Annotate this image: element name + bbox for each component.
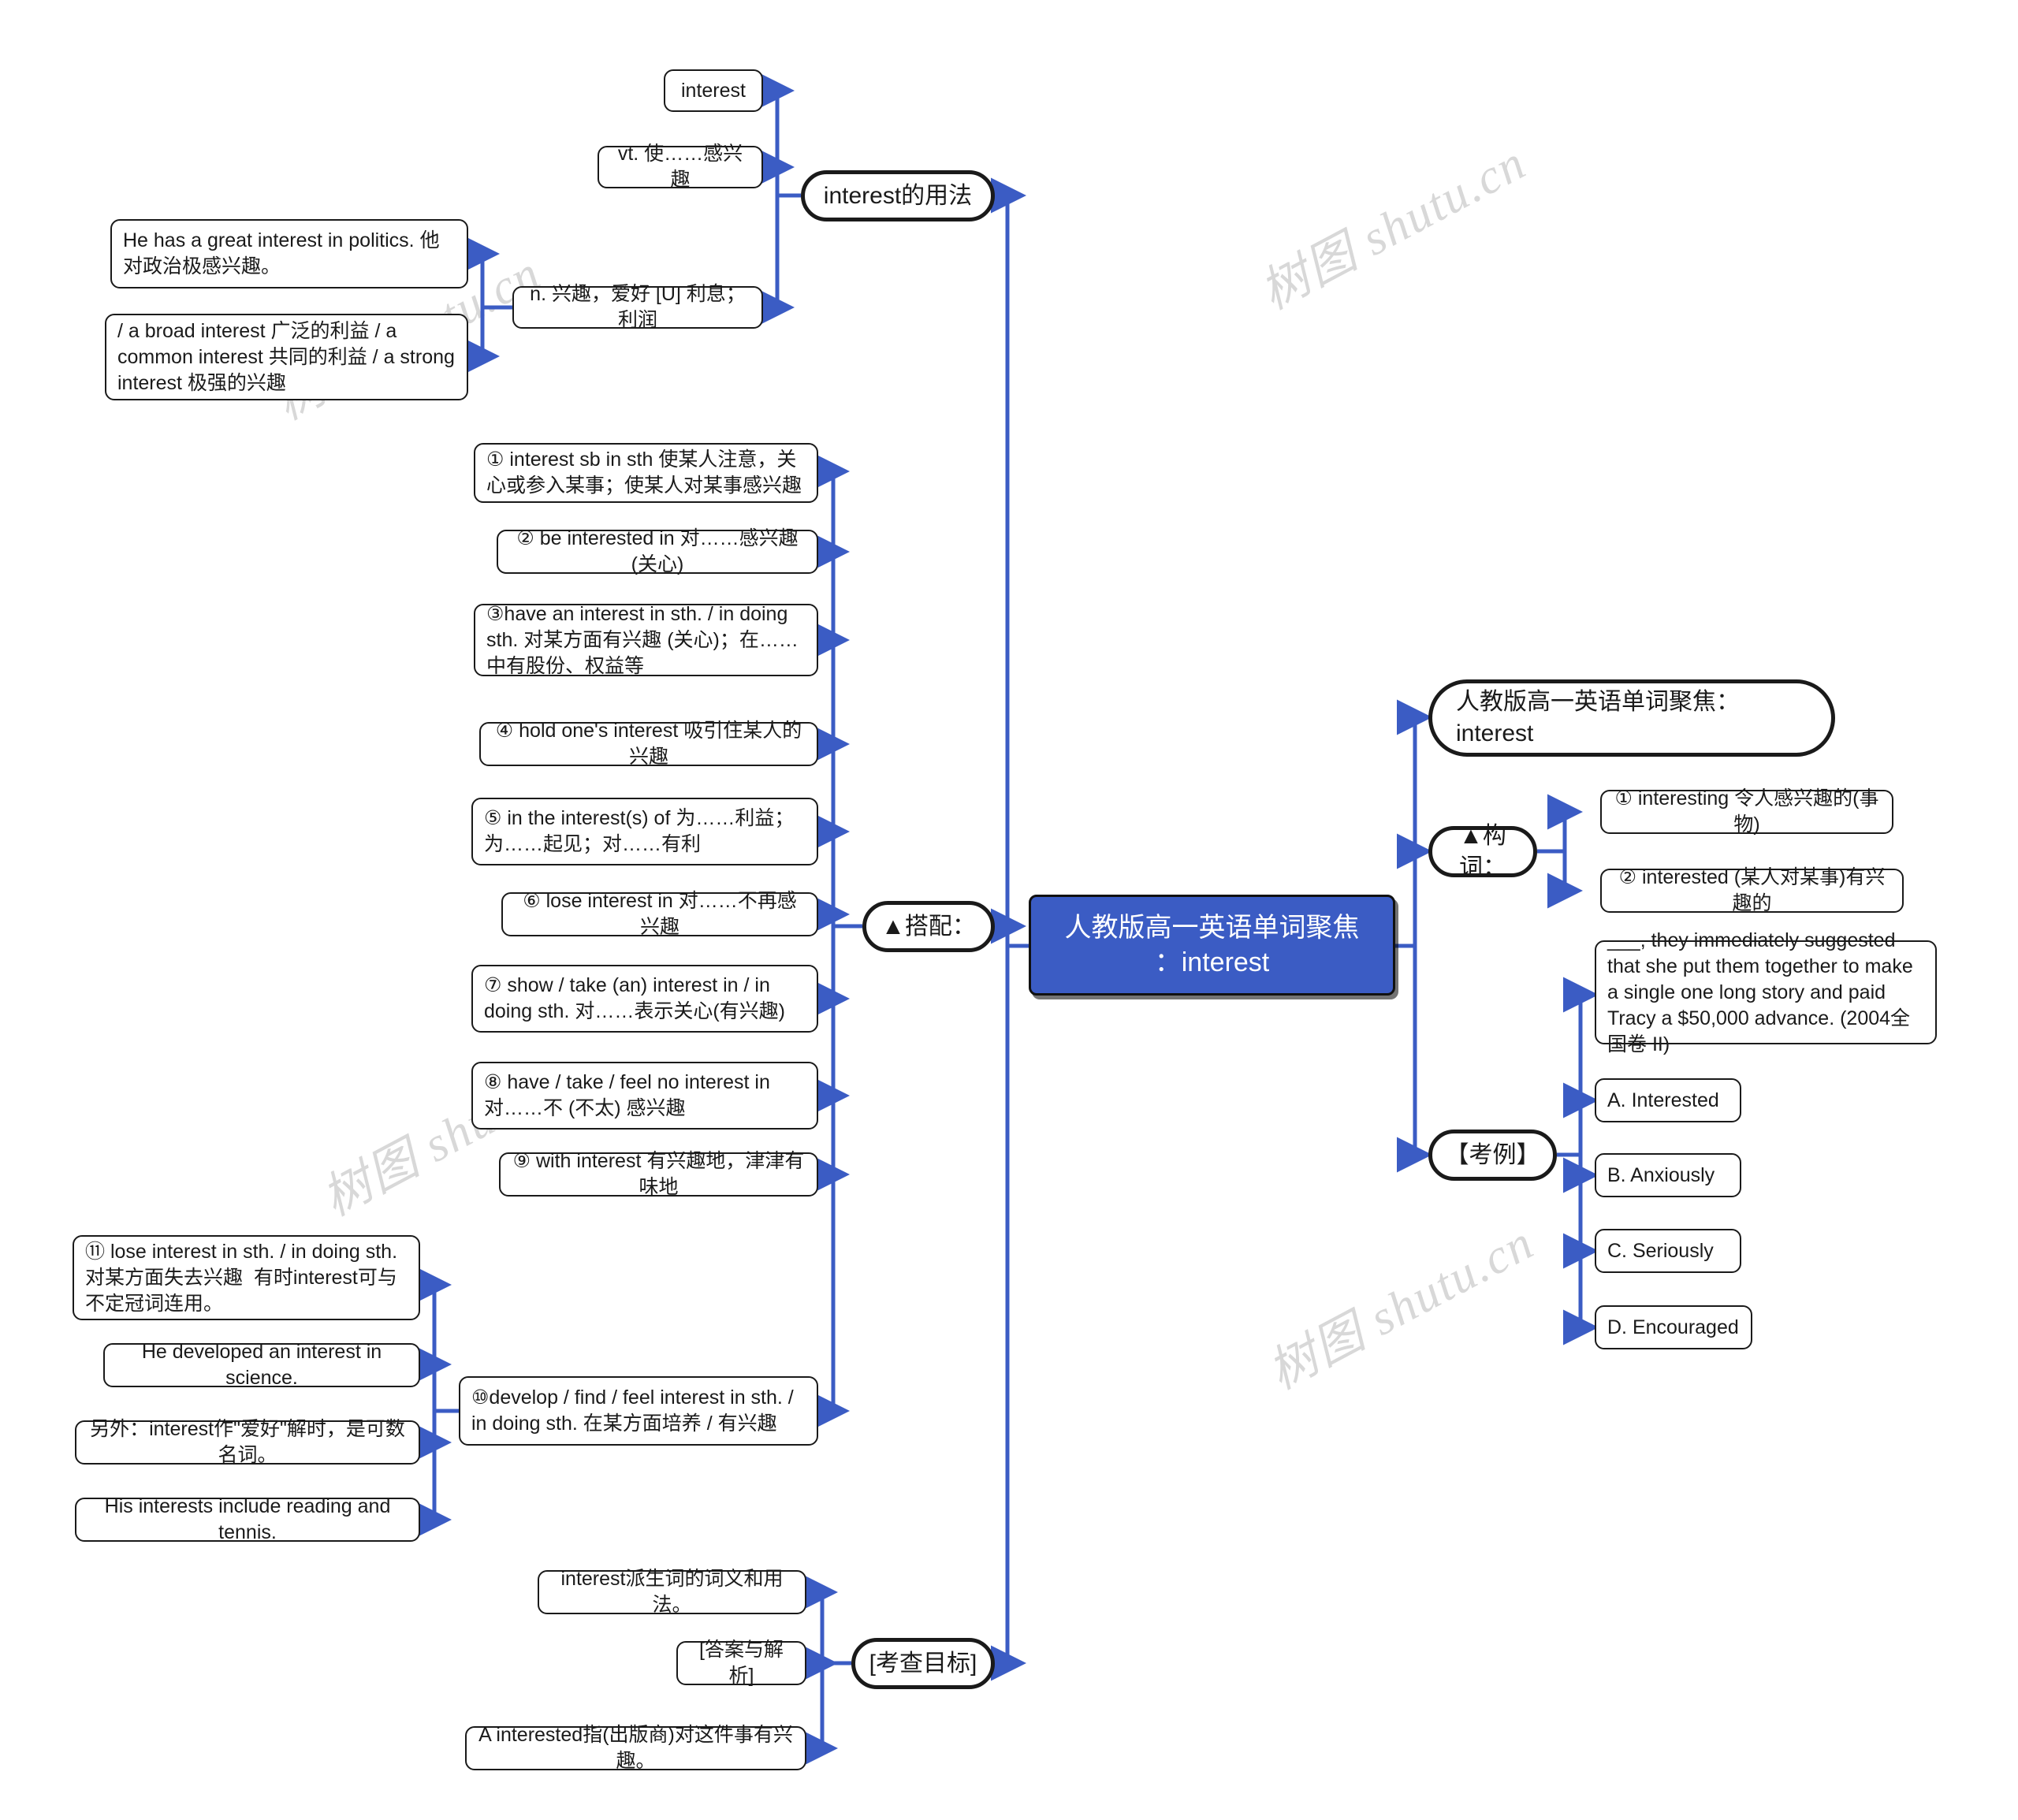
collocation-item-3[interactable]: ③have an interest in sth. / in doing sth… [474, 602, 818, 677]
branch-exam-case[interactable]: 【考例】 [1428, 1130, 1557, 1181]
branch-collocation[interactable]: ▲搭配： [862, 901, 995, 952]
usage-child-interest[interactable]: interest [664, 69, 763, 112]
word-formation-interesting[interactable]: ① interesting 令人感兴趣的(事物) [1600, 787, 1893, 836]
usage-child-noun-label: n. 兴趣，爱好 [U] 利息；利润 [530, 283, 746, 331]
exam-goal-child-answer-analysis[interactable]: [答案与解析] [676, 1639, 806, 1687]
collocation-item-3-label: ③have an interest in sth. / in doing sth… [486, 602, 799, 677]
collocation-item-4[interactable]: ④ hold one's interest 吸引住某人的兴趣 [479, 720, 818, 768]
item10-child-science-label: He developed an interest in science. [141, 1341, 388, 1389]
collocation-item-2[interactable]: ② be interested in 对……感兴趣(关心) [497, 527, 818, 575]
branch-word-formation[interactable]: ▲构词： [1428, 823, 1537, 880]
noun-example-politics-label: He has a great interest in politics. 他对政… [123, 229, 440, 277]
noun-example-politics[interactable]: He has a great interest in politics. 他对政… [110, 219, 468, 288]
exam-goal-child-answer-analysis-label: [答案与解析] [699, 1639, 784, 1687]
item10-child-science[interactable]: He developed an interest in science. [103, 1341, 420, 1389]
exam-case-option-a[interactable]: A. Interested [1595, 1078, 1741, 1122]
watermark: 树图 shutu.cn [1260, 1215, 1543, 1400]
item10-child-countable-note[interactable]: 另外：interest作"爱好"解时，是可数名词。 [75, 1418, 420, 1466]
collocation-item-1[interactable]: ① interest sb in sth 使某人注意，关心或参入某事；使某人对某… [474, 443, 818, 503]
root-node[interactable]: 人教版高一英语单词聚焦 ：interest [1029, 895, 1395, 996]
collocation-item-8-label: ⑧ have / take / feel no interest in 对……不… [484, 1071, 776, 1119]
mindmap-canvas: 树图 shutu.cn 树图 shutu.cn 树图 shutu.cn 树图 s… [0, 0, 2018, 1820]
branch-topic[interactable]: 人教版高一英语单词聚焦： interest [1428, 679, 1835, 757]
collocation-item-10[interactable]: ⑩develop / find / feel interest in sth. … [459, 1376, 818, 1446]
branch-collocation-label: ▲搭配： [881, 913, 976, 940]
usage-child-verb[interactable]: vt. 使……感兴趣 [598, 143, 763, 191]
collocation-item-8[interactable]: ⑧ have / take / feel no interest in 对……不… [471, 1062, 818, 1130]
exam-case-option-c-label: C. Seriously [1607, 1239, 1714, 1262]
exam-case-option-a-label: A. Interested [1607, 1089, 1719, 1111]
branch-topic-label: 人教版高一英语单词聚焦： interest [1456, 689, 1740, 746]
usage-child-verb-label: vt. 使……感兴趣 [617, 143, 743, 191]
branch-usage-label: interest的用法 [823, 182, 973, 209]
exam-goal-child-answer-a[interactable]: A interested指(出版商)对这件事有兴趣。 [465, 1724, 806, 1772]
exam-goal-child-answer-a-label: A interested指(出版商)对这件事有兴趣。 [478, 1724, 793, 1772]
exam-case-question-label: ___, they immediately suggested that she… [1607, 929, 1919, 1055]
watermark: 树图 shutu.cn [1252, 136, 1535, 320]
branch-usage[interactable]: interest的用法 [801, 170, 995, 221]
noun-example-collocations-label: / a broad interest 广泛的利益 / a common inte… [117, 319, 460, 394]
item10-child-lose-interest[interactable]: ⑪ lose interest in sth. / in doing sth. … [73, 1235, 420, 1320]
word-formation-interested[interactable]: ② interested (某人对某事)有兴趣的 [1600, 866, 1904, 914]
exam-case-option-d-label: D. Encouraged [1607, 1316, 1739, 1338]
exam-case-option-b[interactable]: B. Anxiously [1595, 1153, 1741, 1197]
item10-child-tennis[interactable]: His interests include reading and tennis… [75, 1495, 420, 1543]
noun-example-collocations[interactable]: / a broad interest 广泛的利益 / a common inte… [105, 314, 468, 400]
collocation-item-6-label: ⑥ lose interest in 对……不再感兴趣 [523, 890, 797, 938]
branch-exam-goal[interactable]: [考查目标] [851, 1638, 995, 1689]
collocation-item-7-label: ⑦ show / take (an) interest in / in doin… [484, 974, 786, 1022]
item10-child-countable-note-label: 另外：interest作"爱好"解时，是可数名词。 [90, 1418, 405, 1466]
collocation-item-9-label: ⑨ with interest 有兴趣地，津津有味地 [512, 1150, 805, 1198]
exam-case-option-b-label: B. Anxiously [1607, 1163, 1715, 1186]
item10-child-lose-interest-label: ⑪ lose interest in sth. / in doing sth. … [85, 1240, 403, 1315]
collocation-item-1-label: ① interest sb in sth 使某人注意，关心或参入某事；使某人对某… [486, 448, 802, 497]
collocation-item-5-label: ⑤ in the interest(s) of 为……利益；为……起见；对……有… [484, 807, 795, 855]
usage-child-noun[interactable]: n. 兴趣，爱好 [U] 利息；利润 [512, 283, 763, 331]
word-formation-interested-label: ② interested (某人对某事)有兴趣的 [1618, 866, 1886, 914]
exam-case-option-d[interactable]: D. Encouraged [1595, 1305, 1752, 1349]
branch-exam-goal-label: [考查目标] [869, 1650, 977, 1677]
item10-child-tennis-label: His interests include reading and tennis… [104, 1495, 397, 1543]
root-node-label: 人教版高一英语单词聚焦 ：interest [1064, 912, 1360, 977]
exam-goal-child-derivatives-label: interest派生词的词义和用法。 [560, 1568, 784, 1616]
collocation-item-5[interactable]: ⑤ in the interest(s) of 为……利益；为……起见；对……有… [471, 798, 818, 865]
usage-child-interest-label: interest [681, 79, 746, 102]
collocation-item-6[interactable]: ⑥ lose interest in 对……不再感兴趣 [501, 890, 818, 938]
branch-exam-case-label: 【考例】 [1445, 1141, 1540, 1168]
collocation-item-9[interactable]: ⑨ with interest 有兴趣地，津津有味地 [499, 1150, 818, 1198]
branch-word-formation-label: ▲构词： [1459, 822, 1506, 880]
collocation-item-7[interactable]: ⑦ show / take (an) interest in / in doin… [471, 965, 818, 1033]
collocation-item-10-label: ⑩develop / find / feel interest in sth. … [471, 1386, 799, 1435]
exam-case-option-c[interactable]: C. Seriously [1595, 1229, 1741, 1273]
collocation-item-2-label: ② be interested in 对……感兴趣(关心) [516, 527, 799, 575]
exam-case-question[interactable]: ___, they immediately suggested that she… [1595, 929, 1937, 1055]
collocation-item-4-label: ④ hold one's interest 吸引住某人的兴趣 [495, 720, 802, 768]
word-formation-interesting-label: ① interesting 令人感兴趣的(事物) [1614, 787, 1879, 836]
exam-goal-child-derivatives[interactable]: interest派生词的词义和用法。 [538, 1568, 806, 1616]
